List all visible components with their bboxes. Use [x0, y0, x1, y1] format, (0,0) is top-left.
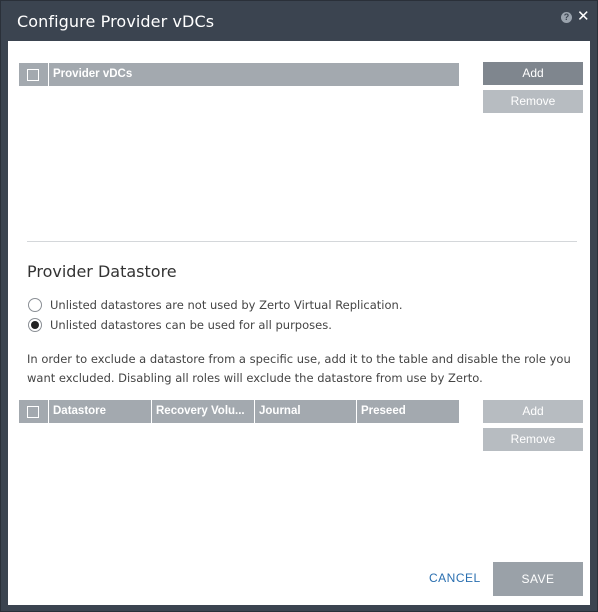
- section-divider: [27, 241, 577, 242]
- dialog-content: Provider vDCs Add Remove Provider Datast…: [8, 41, 590, 605]
- datastore-column-header[interactable]: Datastore: [53, 405, 148, 417]
- close-icon[interactable]: ✕: [577, 8, 590, 26]
- dialog-title: Configure Provider vDCs: [17, 12, 215, 31]
- select-all-vdcs-checkbox[interactable]: [27, 69, 39, 81]
- radio-label: Unlisted datastores can be used for all …: [50, 318, 332, 332]
- column-separator: [151, 400, 152, 423]
- save-button[interactable]: SAVE: [493, 562, 583, 596]
- exclude-datastore-info: In order to exclude a datastore from a s…: [27, 352, 571, 385]
- remove-datastore-button[interactable]: Remove: [483, 428, 583, 451]
- column-separator: [356, 400, 357, 423]
- remove-vdc-button[interactable]: Remove: [483, 90, 583, 113]
- add-vdc-button[interactable]: Add: [483, 62, 583, 85]
- provider-vdcs-grid-header: Provider vDCs: [19, 63, 459, 86]
- radio-button-selected[interactable]: [28, 318, 42, 332]
- column-separator: [254, 400, 255, 423]
- provider-vdcs-column-header[interactable]: Provider vDCs: [53, 68, 132, 80]
- cancel-button[interactable]: CANCEL: [429, 571, 481, 585]
- provider-datastore-heading: Provider Datastore: [27, 262, 177, 281]
- preseed-column-header[interactable]: Preseed: [361, 405, 456, 417]
- dialog-titlebar: Configure Provider vDCs ? ✕: [1, 1, 597, 41]
- column-separator: [48, 63, 49, 86]
- column-separator: [48, 400, 49, 423]
- recovery-volume-column-header[interactable]: Recovery Volu...: [156, 405, 254, 417]
- add-datastore-button[interactable]: Add: [483, 400, 583, 423]
- radio-label: Unlisted datastores are not used by Zert…: [50, 298, 403, 312]
- journal-column-header[interactable]: Journal: [259, 405, 354, 417]
- radio-button[interactable]: [28, 298, 42, 312]
- select-all-datastores-checkbox[interactable]: [27, 406, 39, 418]
- datastore-grid-header: Datastore Recovery Volu... Journal Prese…: [19, 400, 459, 423]
- help-icon[interactable]: ?: [561, 12, 572, 23]
- configure-provider-vdcs-dialog: Configure Provider vDCs ? ✕ Provider vDC…: [0, 0, 598, 612]
